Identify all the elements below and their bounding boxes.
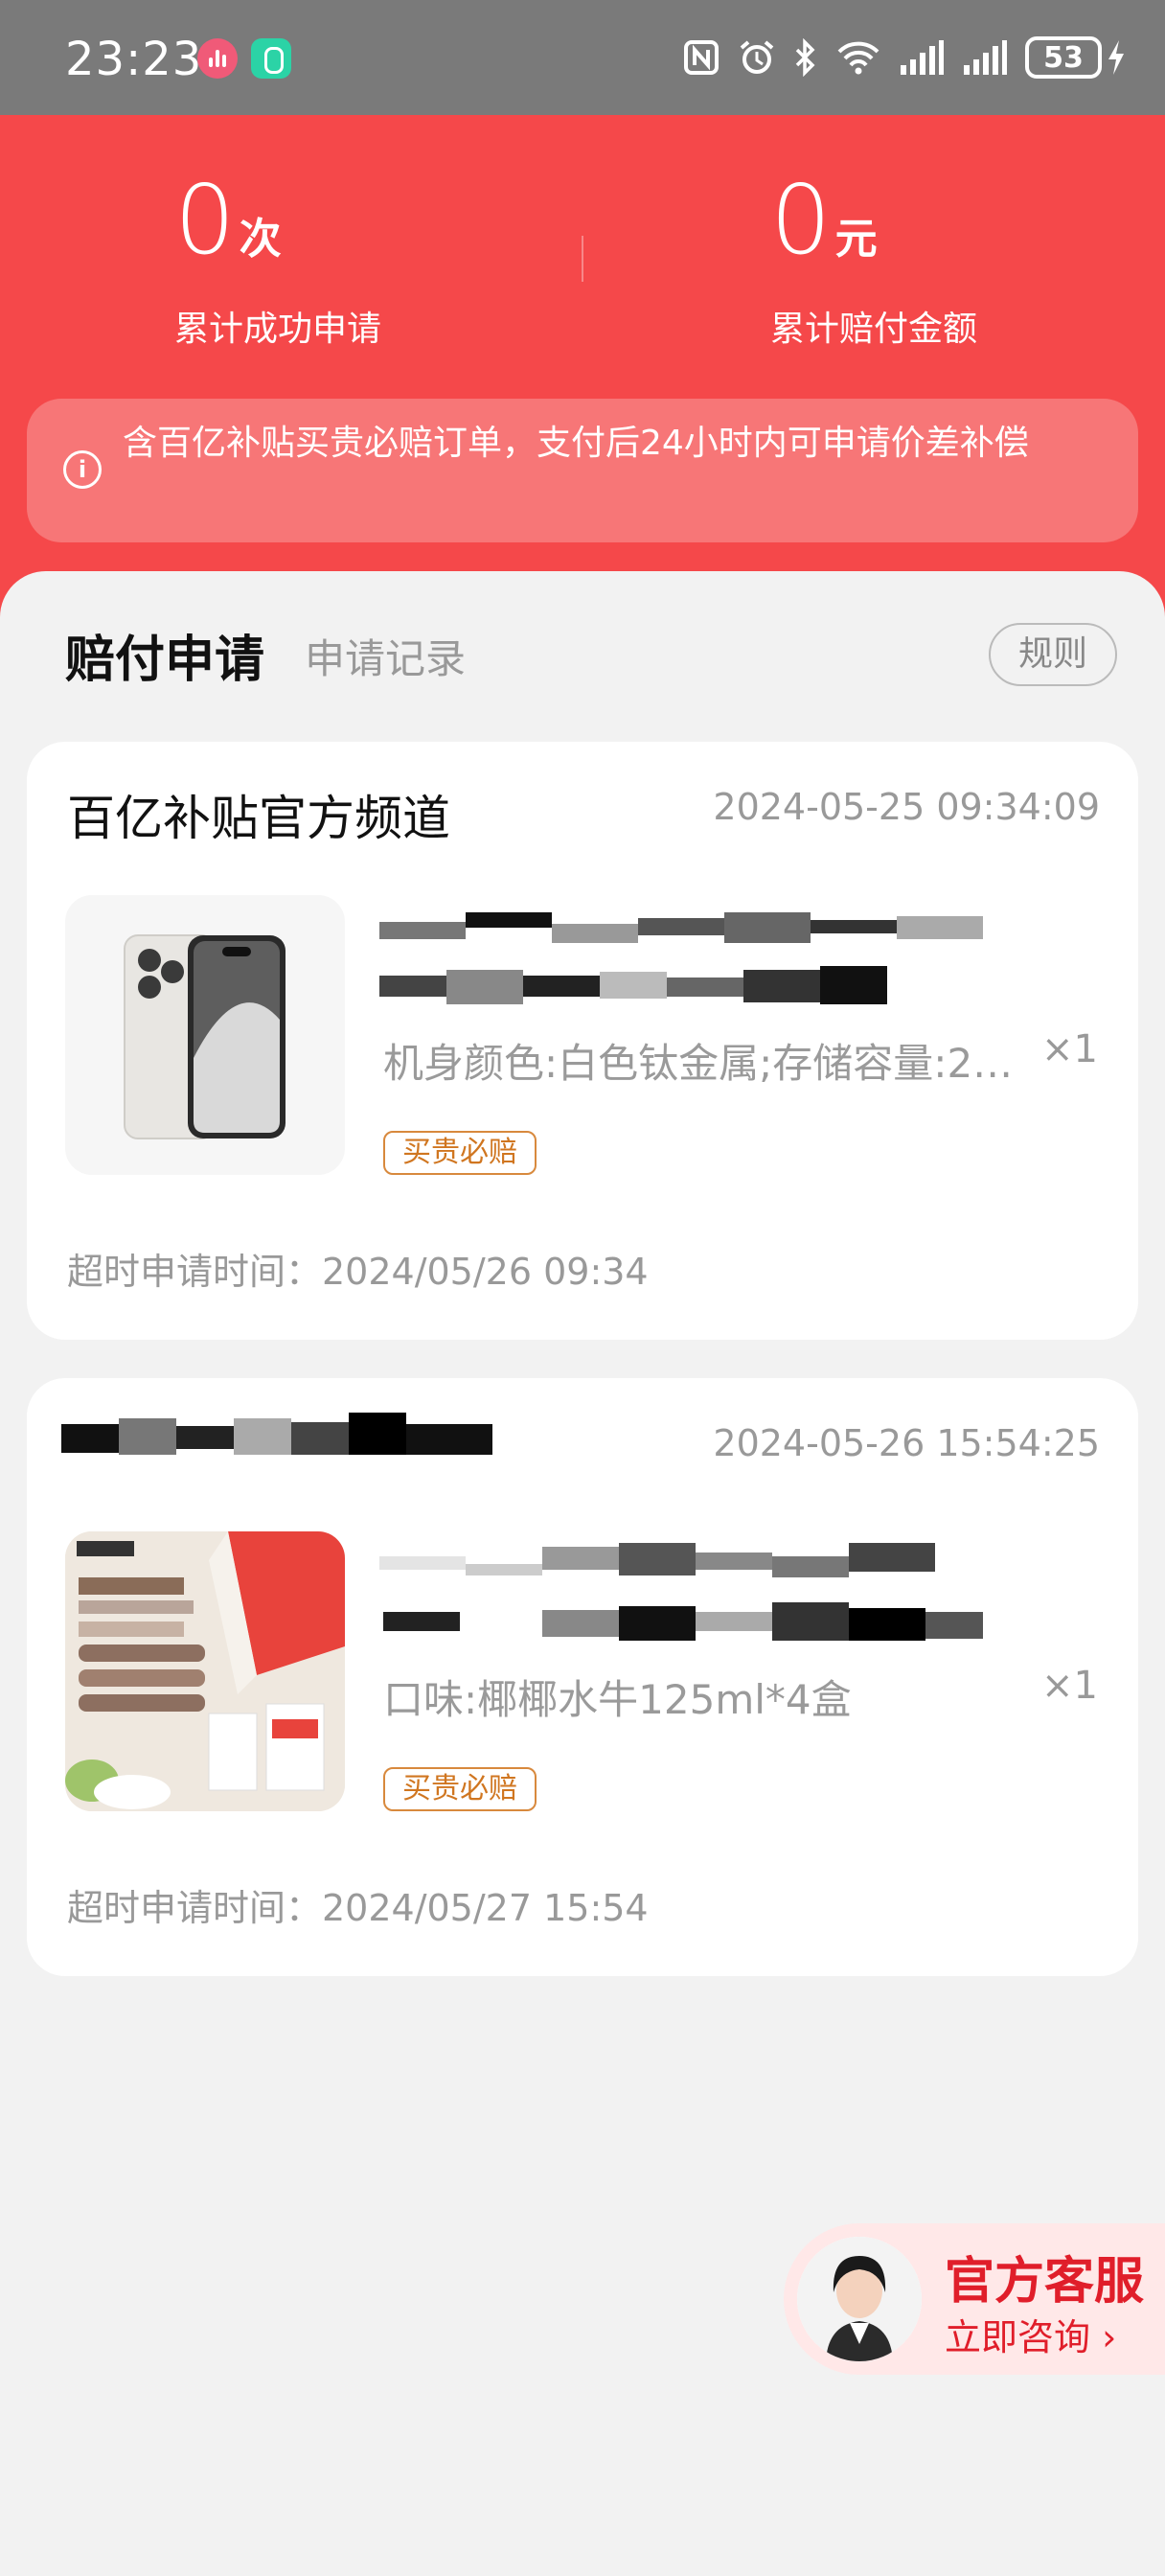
notice-text: 含百亿补贴买贵必赔订单，支付后24小时内可申请价差补偿 bbox=[123, 424, 1029, 463]
music-app-icon bbox=[197, 38, 238, 79]
battery-icon: 53 bbox=[1025, 36, 1102, 79]
customer-service-title: 官方客服 bbox=[945, 2253, 1145, 2311]
success-count-label: 累计成功申请 bbox=[174, 310, 382, 349]
price-guarantee-badge: 买贵必赔 bbox=[383, 1767, 537, 1811]
product-quantity: ×1 bbox=[1041, 1664, 1098, 1708]
alarm-icon bbox=[738, 38, 776, 77]
status-icons: 53 bbox=[682, 29, 1127, 86]
signal-icon bbox=[962, 38, 1008, 77]
amount-label: 累计赔付金额 bbox=[770, 310, 978, 349]
rules-button[interactable]: 规则 bbox=[989, 623, 1117, 686]
status-bar: 23:23 53 bbox=[0, 0, 1165, 115]
product-quantity: ×1 bbox=[1041, 1027, 1098, 1071]
success-count-unit: 次 bbox=[239, 215, 282, 264]
charging-icon bbox=[1106, 38, 1127, 77]
wifi-icon bbox=[835, 38, 881, 77]
stats-divider bbox=[582, 236, 583, 282]
application-deadline: 超时申请时间：2024/05/27 15:54 bbox=[67, 1887, 649, 1929]
amount-value: 0 bbox=[770, 164, 832, 276]
milk-product-image bbox=[65, 1531, 345, 1811]
order-card[interactable]: 百亿补贴官方频道 2024-05-25 09:34:09 机身颜色:白色钛金属;… bbox=[27, 742, 1138, 1340]
product-title-redacted bbox=[379, 966, 1012, 1010]
battery-level: 53 bbox=[1043, 40, 1084, 75]
product-spec: 口味:椰椰水牛125ml*4盒 bbox=[383, 1676, 852, 1723]
phone-image bbox=[124, 934, 286, 1139]
order-card[interactable]: 2024-05-26 15:54:25 口味:椰椰水牛125ml*4盒 ×1 买… bbox=[27, 1378, 1138, 1976]
product-spec: 机身颜色:白色钛金属;存储容量:2… bbox=[383, 1040, 1014, 1087]
product-title-redacted bbox=[379, 1543, 1031, 1585]
product-title-redacted bbox=[379, 1602, 1012, 1646]
application-deadline: 超时申请时间：2024/05/26 09:34 bbox=[67, 1251, 649, 1293]
bluetooth-icon bbox=[793, 37, 818, 78]
order-time: 2024-05-26 15:54:25 bbox=[713, 1422, 1100, 1464]
success-count-value: 0 bbox=[174, 164, 236, 276]
product-image[interactable] bbox=[65, 895, 345, 1175]
shop-name: 百亿补贴官方频道 bbox=[67, 791, 450, 846]
nfc-icon bbox=[682, 38, 720, 77]
tab-compensation-apply[interactable]: 赔付申请 bbox=[65, 619, 264, 691]
product-image[interactable] bbox=[65, 1531, 345, 1811]
success-count-stat: 0次 累计成功申请 bbox=[174, 172, 381, 351]
status-time: 23:23 bbox=[65, 33, 203, 86]
notice-banner: i 含百亿补贴买贵必赔订单，支付后24小时内可申请价差补偿 bbox=[27, 399, 1138, 542]
tab-application-records[interactable]: 申请记录 bbox=[305, 627, 466, 685]
customer-service-button[interactable]: 官方客服 立即咨询 › bbox=[784, 2223, 1165, 2375]
amount-unit: 元 bbox=[834, 215, 878, 264]
shop-name-redacted bbox=[61, 1413, 492, 1460]
signal-icon bbox=[899, 38, 945, 77]
product-title-redacted bbox=[379, 912, 1031, 951]
price-guarantee-badge: 买贵必赔 bbox=[383, 1131, 537, 1175]
agent-avatar bbox=[797, 2237, 922, 2361]
mouse-app-icon bbox=[251, 38, 291, 79]
order-time: 2024-05-25 09:34:09 bbox=[713, 786, 1100, 828]
compensation-header: 0次 累计成功申请 0元 累计赔付金额 i 含百亿补贴买贵必赔订单，支付后24小… bbox=[0, 115, 1165, 632]
amount-stat: 0元 累计赔付金额 bbox=[770, 172, 977, 351]
consult-now-link[interactable]: 立即咨询 › bbox=[945, 2308, 1116, 2360]
info-icon: i bbox=[63, 450, 102, 489]
